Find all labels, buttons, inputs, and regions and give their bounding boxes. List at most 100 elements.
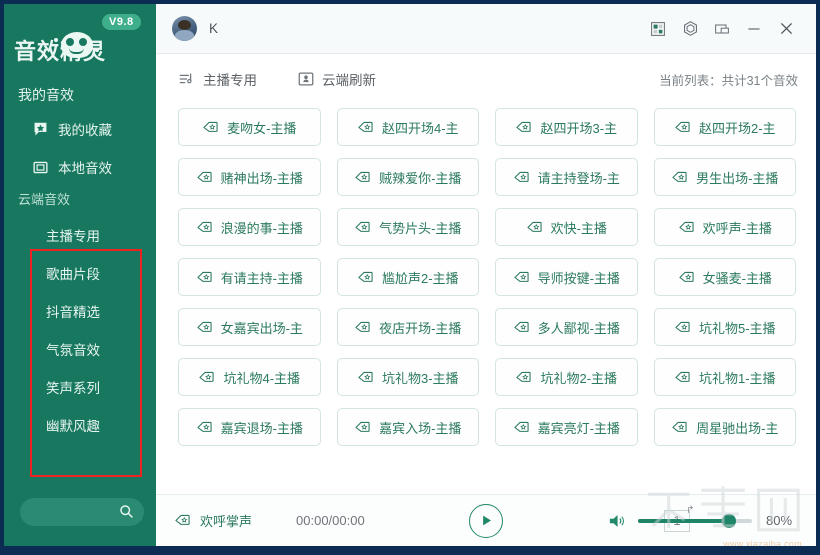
tag-star-icon <box>196 219 213 236</box>
sound-effect-button[interactable]: 嘉宾退场-主播 <box>178 408 321 446</box>
sound-effect-label: 欢快-主播 <box>550 220 607 236</box>
sound-effect-label: 嘉宾亮灯-主播 <box>537 420 620 436</box>
tag-star-icon <box>513 269 530 286</box>
tag-star-icon <box>357 369 374 386</box>
search-icon[interactable] <box>118 503 135 520</box>
user-name: K <box>209 21 219 36</box>
version-badge: V9.8 <box>102 14 141 30</box>
sound-effect-button[interactable]: 嘉宾入场-主播 <box>336 408 479 446</box>
volume-slider-knob[interactable] <box>722 513 737 528</box>
tag-star-icon <box>354 169 371 186</box>
sound-effect-button[interactable]: 女骚麦-主播 <box>653 258 796 296</box>
sound-effect-button[interactable]: 坑礼物1-主播 <box>653 358 796 396</box>
toolbar: 主播专用 云端刷新 当前列表：共计31个音效 <box>156 54 816 104</box>
tag-star-icon <box>202 119 219 136</box>
sidebar-item-laughter[interactable]: 笑声系列 <box>4 370 156 408</box>
toolbar-item-label: 云端刷新 <box>322 73 376 88</box>
sidebar-section-cloud: 云端音效 <box>18 192 71 207</box>
tag-star-icon <box>526 219 543 236</box>
sound-effect-label: 坑礼物3-主播 <box>381 370 459 386</box>
sidebar-item-local-effects[interactable]: 本地音效 <box>4 148 156 186</box>
sidebar-item-label: 本地音效 <box>58 161 112 176</box>
sound-effect-label: 坑礼物5-主播 <box>698 320 776 336</box>
playlist-note-icon <box>178 70 196 88</box>
tag-star-icon <box>678 269 695 286</box>
sound-effect-button[interactable]: 坑礼物2-主播 <box>495 358 638 396</box>
sidebar-item-humor[interactable]: 幽默风趣 <box>4 408 156 446</box>
tag-star-icon <box>513 169 530 186</box>
tag-star-icon <box>357 119 374 136</box>
sound-effect-button[interactable]: 有请主持-主播 <box>178 258 321 296</box>
sound-effect-label: 嘉宾退场-主播 <box>220 420 303 436</box>
volume-slider-fill <box>638 518 730 523</box>
title-bar: K <box>156 4 816 54</box>
sound-effect-button[interactable]: 男生出场-主播 <box>653 158 796 196</box>
sound-effect-button[interactable]: 请主持登场-主 <box>495 158 638 196</box>
tag-star-icon <box>198 369 215 386</box>
tag-star-icon <box>196 419 213 436</box>
minimize-icon[interactable] <box>738 13 770 45</box>
search-input[interactable] <box>30 498 118 526</box>
sound-effect-button[interactable]: 麦吻女-主播 <box>178 108 321 146</box>
sound-effect-button[interactable]: 嘉宾亮灯-主播 <box>495 408 638 446</box>
search-box[interactable] <box>20 498 144 526</box>
tag-star-icon <box>354 319 371 336</box>
sound-effect-label: 坑礼物1-主播 <box>698 370 776 386</box>
sidebar-section-my: 我的音效 <box>18 87 74 103</box>
tag-star-icon <box>674 319 691 336</box>
sound-effect-label: 麦吻女-主播 <box>227 120 297 136</box>
sound-effect-label: 导师按键-主播 <box>537 270 620 286</box>
tag-star-icon <box>513 319 530 336</box>
star-badge-icon <box>32 121 49 138</box>
layout-icon[interactable] <box>642 13 674 45</box>
sound-effect-button[interactable]: 贼辣爱你-主播 <box>336 158 479 196</box>
sound-effect-button[interactable]: 欢快-主播 <box>495 208 638 246</box>
sound-effect-button[interactable]: 女嘉宾出场-主 <box>178 308 321 346</box>
sound-effect-button[interactable]: 欢呼声-主播 <box>653 208 796 246</box>
sound-effect-button[interactable]: 尴尬声2-主播 <box>336 258 479 296</box>
play-button[interactable] <box>469 503 503 538</box>
current-track-name: 欢呼掌声 <box>200 514 253 529</box>
tag-star-icon <box>678 219 695 236</box>
sound-effect-button[interactable]: 夜店开场-主播 <box>336 308 479 346</box>
tag-star-icon <box>674 119 691 136</box>
sidebar-item-favorites[interactable]: 我的收藏 <box>4 110 156 148</box>
avatar[interactable] <box>172 16 197 41</box>
sidebar-item-anchor-exclusive[interactable]: 主播专用 <box>4 218 156 256</box>
volume-slider[interactable] <box>638 513 752 528</box>
sound-effect-button[interactable]: 赵四开场2-主 <box>653 108 796 146</box>
speaker-icon[interactable] <box>608 512 628 530</box>
sound-effect-button[interactable]: 多人鄙视-主播 <box>495 308 638 346</box>
sound-effect-label: 赵四开场4-主 <box>381 120 459 136</box>
tag-star-icon <box>515 369 532 386</box>
sound-effect-button[interactable]: 周星驰出场-主 <box>653 408 796 446</box>
sidebar-item-douyin-picks[interactable]: 抖音精选 <box>4 294 156 332</box>
sound-effect-label: 男生出场-主播 <box>696 170 779 186</box>
toolbar-item-anchor-exclusive[interactable]: 主播专用 <box>178 69 257 89</box>
sidebar-item-atmosphere[interactable]: 气氛音效 <box>4 332 156 370</box>
app-root: 音效精灵 V9.8 我的音效 我的收藏 本地音效 云端音效 主播专用 歌曲片段 … <box>0 0 820 555</box>
tag-star-icon <box>513 419 530 436</box>
sound-effect-label: 赵四开场2-主 <box>698 120 776 136</box>
sound-effect-label: 欢呼声-主播 <box>702 220 772 236</box>
sound-effect-button[interactable]: 赵四开场4-主 <box>336 108 479 146</box>
sound-effect-button[interactable]: 坑礼物3-主播 <box>336 358 479 396</box>
mini-window-icon[interactable] <box>706 13 738 45</box>
sound-effect-button[interactable]: 气势片头-主播 <box>336 208 479 246</box>
sound-effect-label: 女嘉宾出场-主 <box>220 320 303 336</box>
sound-effect-button[interactable]: 赵四开场3-主 <box>495 108 638 146</box>
sound-effect-button[interactable]: 坑礼物4-主播 <box>178 358 321 396</box>
sound-effect-button[interactable]: 浪漫的事-主播 <box>178 208 321 246</box>
sound-effect-label: 坑礼物2-主播 <box>540 370 618 386</box>
sound-effect-button[interactable]: 导师按键-主播 <box>495 258 638 296</box>
tag-star-icon <box>674 369 691 386</box>
sidebar-item-song-clips[interactable]: 歌曲片段 <box>4 256 156 294</box>
sound-effect-button[interactable]: 坑礼物5-主播 <box>653 308 796 346</box>
sound-effect-label: 女骚麦-主播 <box>702 270 772 286</box>
sound-effect-button[interactable]: 赌神出场-主播 <box>178 158 321 196</box>
current-track: 欢呼掌声 <box>174 511 252 530</box>
toolbar-item-cloud-refresh[interactable]: 云端刷新 <box>297 69 376 89</box>
settings-hex-icon[interactable] <box>674 13 706 45</box>
folder-media-icon <box>32 159 49 176</box>
close-icon[interactable] <box>770 13 802 45</box>
